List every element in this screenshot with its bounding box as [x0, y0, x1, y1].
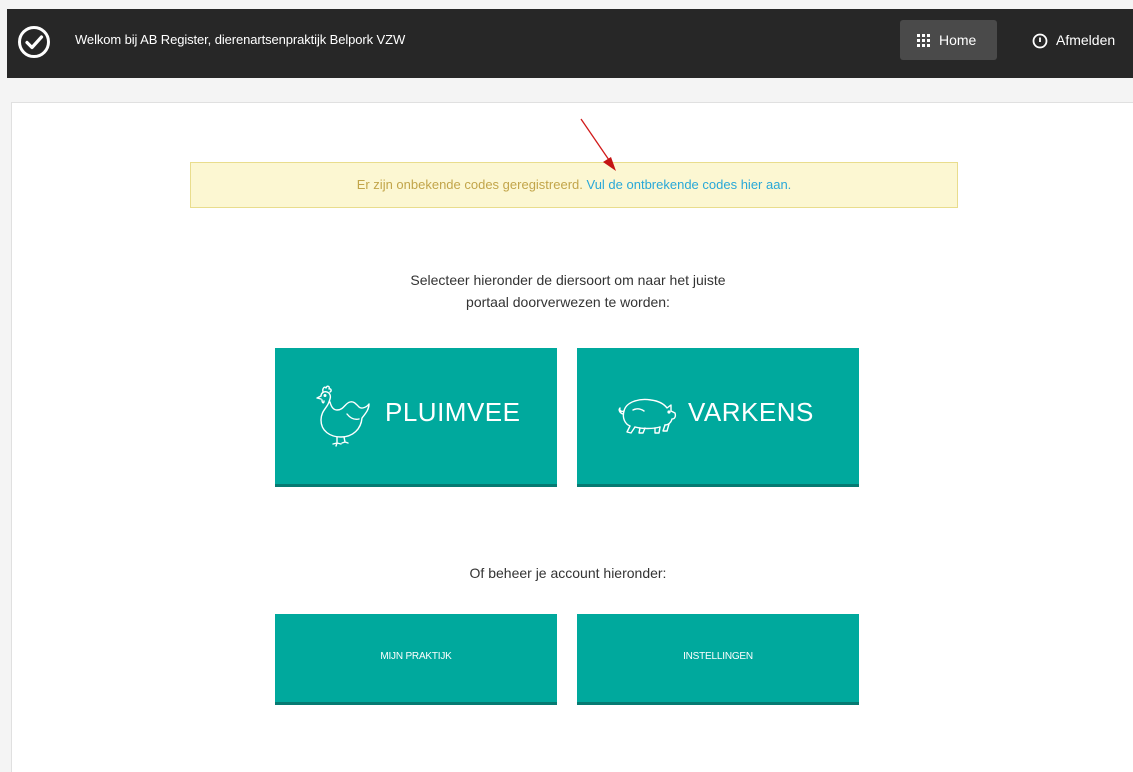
pluimvee-tile[interactable]: PLUIMVEE	[275, 348, 557, 484]
logout-label: Afmelden	[1056, 32, 1116, 48]
chicken-icon	[316, 385, 370, 447]
top-navbar: Welkom bij AB Register, dierenartsenprak…	[7, 9, 1133, 78]
pluimvee-label: PLUIMVEE	[385, 397, 521, 427]
checkmark-circle-icon	[18, 26, 50, 58]
mijn-praktijk-button[interactable]: MIJN PRAKTIJK	[275, 614, 557, 702]
fill-missing-codes-link[interactable]: Vul de ontbrekende codes hier aan.	[587, 177, 792, 192]
main-panel: Er zijn onbekende codes geregistreerd. V…	[11, 102, 1133, 772]
pig-icon	[618, 398, 677, 434]
unknown-codes-alert: Er zijn onbekende codes geregistreerd. V…	[190, 162, 958, 208]
alert-text: Er zijn onbekende codes geregistreerd.	[356, 177, 583, 192]
intro-line-2: portaal doorverwezen te worden:	[466, 294, 670, 310]
welcome-text: Welkom bij AB Register, dierenartsenprak…	[75, 32, 406, 47]
grid-icon	[917, 34, 930, 47]
instellingen-label: INSTELLINGEN	[683, 651, 753, 662]
varkens-tile[interactable]: VARKENS	[577, 348, 859, 484]
intro-line-1: Selecteer hieronder de diersoort om naar…	[410, 272, 726, 288]
species-intro-text: Selecteer hieronder de diersoort om naar…	[388, 269, 748, 313]
mijn-praktijk-label: MIJN PRAKTIJK	[380, 651, 452, 662]
power-icon	[1032, 33, 1048, 49]
varkens-label: VARKENS	[688, 397, 814, 427]
instellingen-button[interactable]: INSTELLINGEN	[577, 614, 859, 702]
account-heading: Of beheer je account hieronder:	[469, 565, 667, 581]
home-button-label: Home	[939, 32, 977, 48]
home-button[interactable]: Home	[900, 20, 997, 60]
